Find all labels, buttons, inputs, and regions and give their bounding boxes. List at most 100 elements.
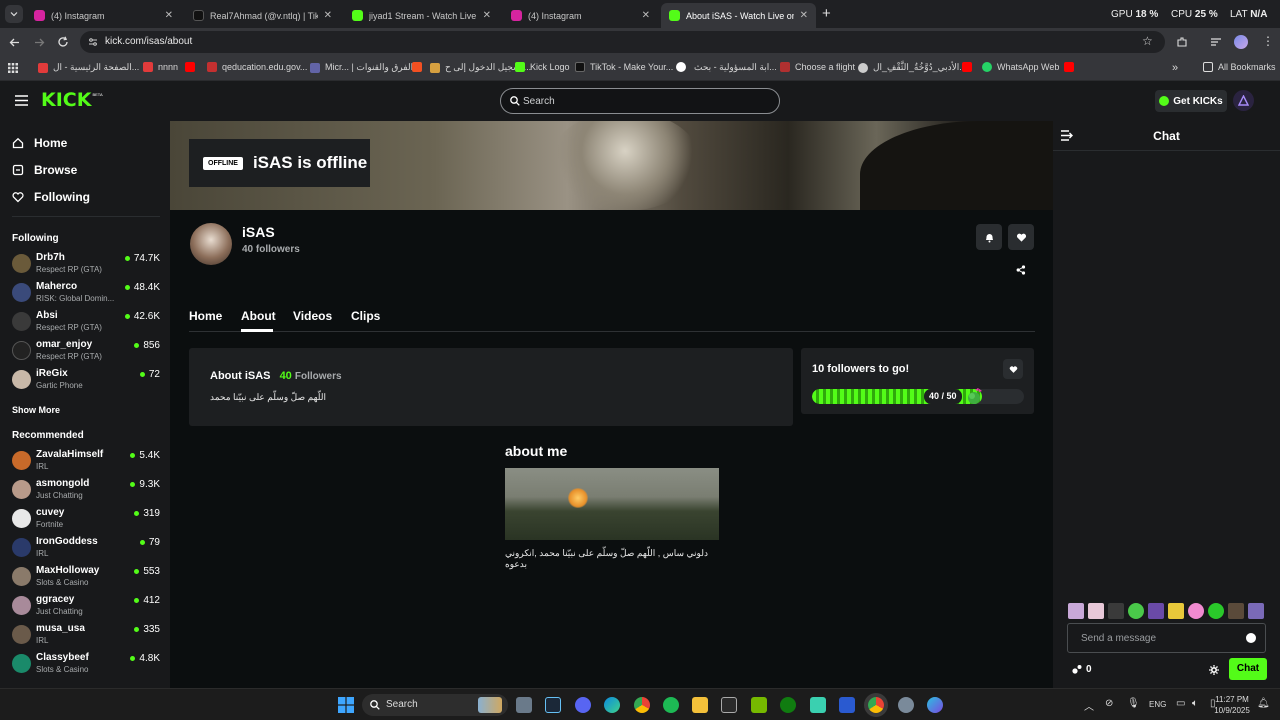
send-chat-button[interactable]: Chat xyxy=(1229,658,1267,680)
bookmark-item[interactable]: TikTok - Make Your... xyxy=(575,62,673,72)
bookmark-item[interactable] xyxy=(412,62,427,72)
all-bookmarks-button[interactable]: All Bookmarks xyxy=(1203,62,1276,72)
close-icon[interactable]: ✕ xyxy=(165,10,173,21)
bookmark-item[interactable] xyxy=(676,62,691,72)
browser-tab[interactable]: (4) Instagram ✕ xyxy=(26,3,181,28)
channel-list-item[interactable]: musa_usa IRL 335 xyxy=(12,621,160,649)
channel-list-item[interactable]: Absi Respect RP (GTA) 42.6K xyxy=(12,308,160,336)
browser-tab[interactable]: (4) Instagram ✕ xyxy=(503,3,658,28)
bookmark-item[interactable]: الأدبي_دُوَّخُةُ_الثَّقْفِ_ال... xyxy=(858,62,967,73)
channel-list-item[interactable]: ZavalaHimself IRL 5.4K xyxy=(12,447,160,475)
camera-app-icon[interactable] xyxy=(516,697,532,713)
chrome-icon[interactable] xyxy=(634,697,650,713)
emoji-icon[interactable] xyxy=(1246,633,1256,643)
sidebar-nav-home[interactable]: Home xyxy=(12,136,67,150)
display-icon[interactable]: ▭ xyxy=(1176,698,1185,709)
browser-tab[interactable]: Real7Ahmad (@v.ntlq) | TikTok ✕ xyxy=(185,3,340,28)
show-more-button[interactable]: Show More xyxy=(12,405,60,415)
address-bar[interactable]: kick.com/isas/about ☆ xyxy=(80,31,1165,53)
bookmark-item[interactable]: WhatsApp Web xyxy=(982,62,1059,72)
apps-grid-icon[interactable] xyxy=(8,63,18,73)
copilot-icon[interactable] xyxy=(927,697,943,713)
channel-points[interactable]: 0 xyxy=(1071,663,1092,675)
bookmark-item[interactable] xyxy=(1064,62,1079,72)
star-bookmark-icon[interactable]: ☆ xyxy=(1142,34,1153,48)
edge-icon[interactable] xyxy=(604,697,620,713)
back-arrow-icon[interactable] xyxy=(9,37,20,48)
spotify-icon[interactable] xyxy=(663,697,679,713)
goal-follow-button[interactable] xyxy=(1003,359,1023,379)
discord-icon[interactable] xyxy=(575,697,591,713)
game-app-icon[interactable] xyxy=(810,697,826,713)
bookmarks-overflow[interactable]: » xyxy=(1172,62,1178,74)
follow-button[interactable] xyxy=(1008,224,1034,250)
taskbar-search[interactable]: Search xyxy=(362,694,508,716)
forward-arrow-icon[interactable] xyxy=(34,37,45,48)
tab-videos[interactable]: Videos xyxy=(293,309,332,323)
share-icon[interactable] xyxy=(1016,265,1026,275)
bookmark-item[interactable]: الصفحة الرئيسية - ال... xyxy=(38,62,139,73)
hamburger-menu-icon[interactable] xyxy=(15,95,28,106)
bookmark-item[interactable]: nnnn xyxy=(143,62,178,72)
volume-icon[interactable]: 🔈︎ xyxy=(1192,698,1198,709)
channel-list-item[interactable]: ggracey Just Chatting 412 xyxy=(12,592,160,620)
bookmark-item[interactable] xyxy=(962,62,977,72)
emote-icon[interactable] xyxy=(1208,603,1224,619)
browser-tab[interactable]: jiyad1 Stream - Watch Live on Kick ✕ xyxy=(344,3,499,28)
language-indicator[interactable]: ENG xyxy=(1149,700,1166,709)
network-icon[interactable]: ⊘ xyxy=(1105,698,1113,709)
browser-tab-active[interactable]: About iSAS - Watch Live on Kick ✕ xyxy=(661,3,816,28)
reload-icon[interactable] xyxy=(57,36,69,48)
notification-bell-icon[interactable]: 🔔︎ xyxy=(1257,698,1270,709)
channel-list-item[interactable]: iReGix Gartic Phone 72 xyxy=(12,366,160,394)
emote-icon[interactable] xyxy=(1188,603,1204,619)
sidebar-nav-following[interactable]: Following xyxy=(12,190,90,204)
channel-list-item[interactable]: omar_enjoy Respect RP (GTA) 856 xyxy=(12,337,160,365)
channel-list-item[interactable]: MaxHolloway Slots & Casino 553 xyxy=(12,563,160,591)
bookmark-item[interactable]: qeducation.edu.gov... xyxy=(207,62,307,72)
sidebar-nav-browse[interactable]: Browse xyxy=(12,163,77,177)
bookmark-item[interactable] xyxy=(185,62,200,72)
clock[interactable]: 11:27 PM 10/9/2025 xyxy=(1212,694,1252,716)
site-info-icon[interactable] xyxy=(88,37,98,47)
channel-list-item[interactable]: Drb7h Respect RP (GTA) 74.7K xyxy=(12,250,160,278)
emote-icon[interactable] xyxy=(1228,603,1244,619)
bookmark-item[interactable]: Choose a flight xyxy=(780,62,855,72)
bookmark-item[interactable]: Micr... | الفرق والقنوات xyxy=(310,62,413,73)
tab-about[interactable]: About xyxy=(241,309,276,323)
emote-icon[interactable] xyxy=(1248,603,1264,619)
tab-search-button[interactable] xyxy=(5,5,23,23)
new-tab-button[interactable]: + xyxy=(822,5,831,22)
profile-avatar[interactable] xyxy=(1234,35,1248,49)
chat-message-input[interactable]: Send a message xyxy=(1067,623,1266,653)
chrome-active-icon[interactable] xyxy=(868,697,884,713)
nvidia-icon[interactable] xyxy=(751,697,767,713)
close-icon[interactable]: ✕ xyxy=(324,10,332,21)
tab-home[interactable]: Home xyxy=(189,309,222,323)
kick-logo[interactable]: KICK BETA xyxy=(41,90,103,110)
channel-list-item[interactable]: Maherco RISK: Global Domin... 48.4K xyxy=(12,279,160,307)
chat-settings-gear-icon[interactable] xyxy=(1209,665,1219,675)
emote-icon[interactable] xyxy=(1148,603,1164,619)
channel-list-item[interactable]: Classybeef Slots & Casino 4.8K xyxy=(12,650,160,678)
tab-clips[interactable]: Clips xyxy=(351,309,380,323)
channel-avatar-large[interactable] xyxy=(190,223,232,265)
notification-button[interactable] xyxy=(976,224,1002,250)
channel-list-item[interactable]: cuvey Fortnite 319 xyxy=(12,505,160,533)
emote-icon[interactable] xyxy=(1068,603,1084,619)
settings-gear-icon[interactable] xyxy=(898,697,914,713)
close-icon[interactable]: ✕ xyxy=(642,10,650,21)
extensions-icon[interactable] xyxy=(1176,36,1188,48)
emote-icon[interactable] xyxy=(1128,603,1144,619)
microphone-icon[interactable]: 🎙︎ xyxy=(1127,698,1140,709)
get-kicks-button[interactable]: Get KICKs xyxy=(1155,90,1227,112)
user-avatar[interactable] xyxy=(1233,90,1254,111)
app-icon[interactable] xyxy=(839,697,855,713)
file-explorer-icon[interactable] xyxy=(692,697,708,713)
reading-list-icon[interactable] xyxy=(1210,36,1222,48)
close-icon[interactable]: ✕ xyxy=(483,10,491,21)
close-icon[interactable]: ✕ xyxy=(800,10,808,21)
bookmark-item[interactable]: Kick Logo xyxy=(515,62,570,72)
emote-icon[interactable] xyxy=(1108,603,1124,619)
emote-icon[interactable] xyxy=(1168,603,1184,619)
